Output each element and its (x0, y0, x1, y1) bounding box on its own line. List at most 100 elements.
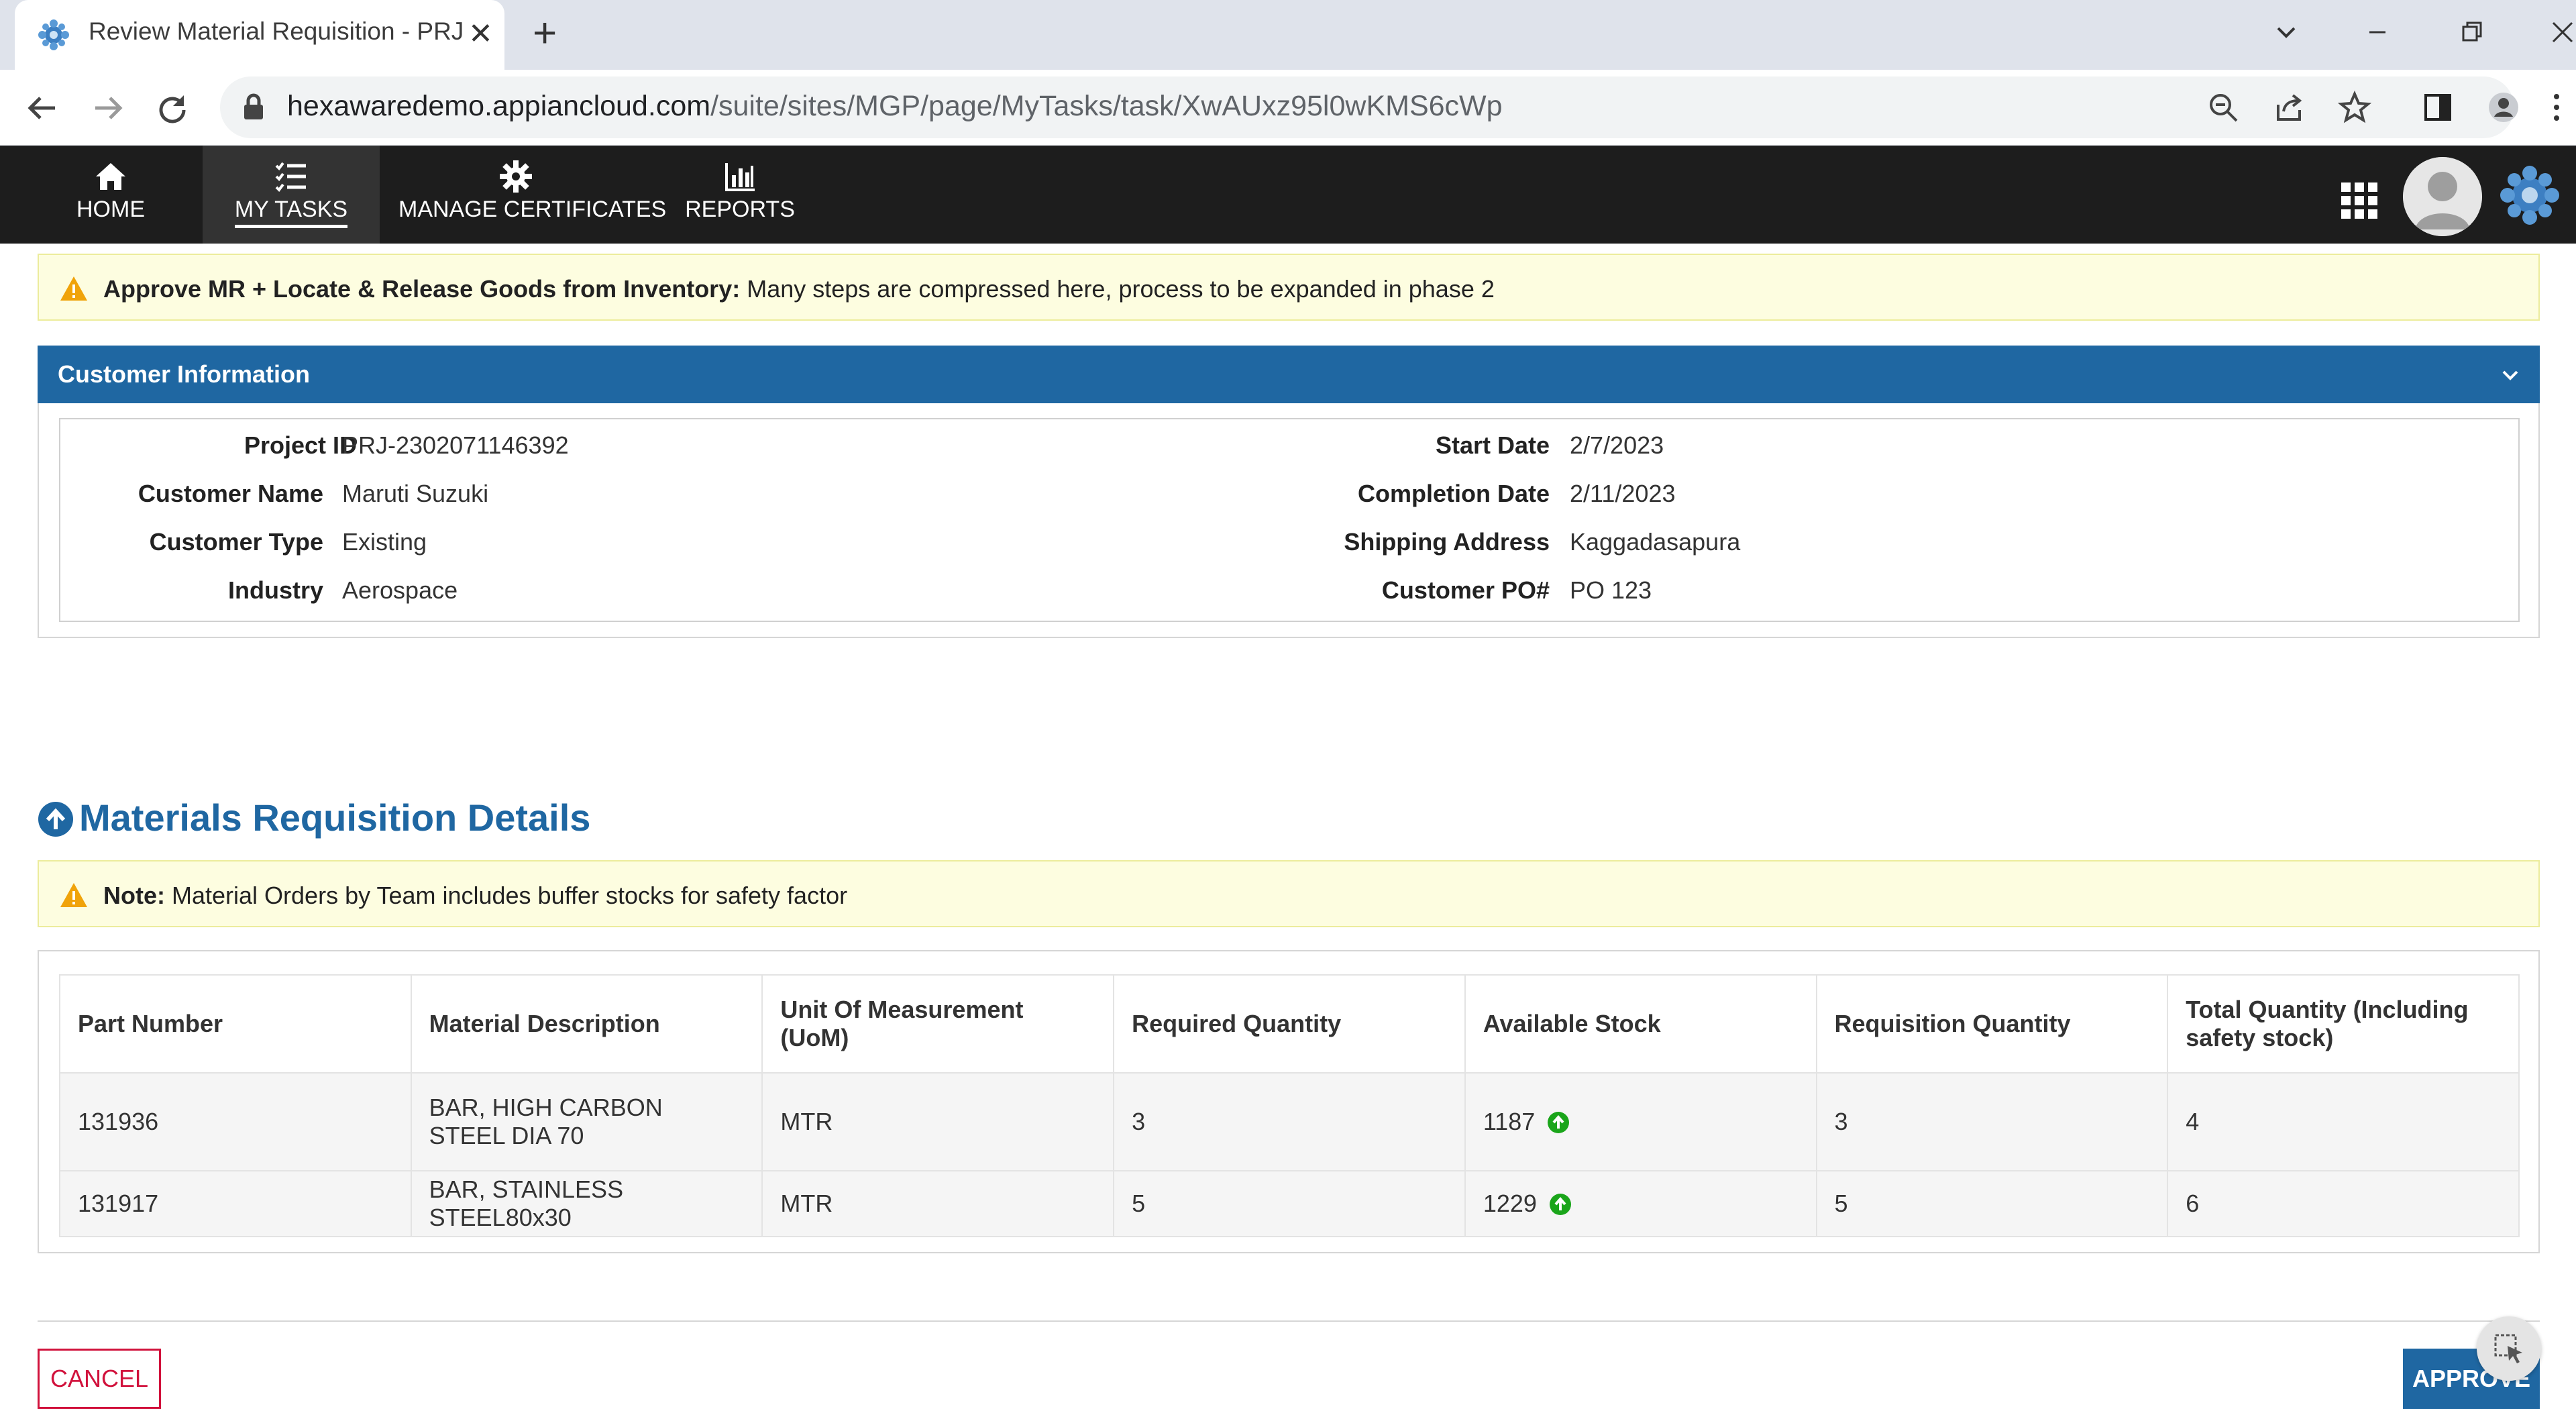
field-value: PRJ-2302071146392 (342, 431, 569, 459)
nav-my-tasks-label: MY TASKS (234, 197, 348, 228)
col-header-material-description[interactable]: Material Description (410, 974, 763, 1074)
field-label: Industry (227, 576, 323, 604)
cell-required-quantity: 5 (1113, 1170, 1466, 1237)
lock-icon[interactable] (240, 93, 267, 122)
available-stock-value: 1229 (1483, 1190, 1537, 1217)
field-value: Aerospace (342, 576, 458, 604)
banner-text: Approve MR + Locate & Release Goods from… (103, 275, 1495, 303)
field-industry: Industry (60, 576, 323, 606)
bookmark-star-icon[interactable] (2337, 90, 2372, 125)
nav-reports[interactable]: REPORTS (671, 146, 809, 244)
stock-up-arrow-icon (1548, 1112, 1570, 1133)
url-path: /suite/sites/MGP/page/MyTasks/task/XwAUx… (710, 90, 1503, 122)
new-tab-button[interactable]: + (533, 13, 557, 54)
browser-tab[interactable]: Review Material Requisition - PRJ ✕ (15, 0, 504, 70)
address-bar: hexawaredemo.appiancloud.com/suite/sites… (0, 70, 2576, 146)
note-body-text: Material Orders by Team includes buffer … (165, 882, 848, 909)
footer-divider (38, 1320, 2540, 1322)
field-value: Kaggadasapura (1570, 528, 1741, 556)
field-label: Completion Date (1357, 480, 1550, 507)
app-nav-bar: HOME MY TASKS MANAGE CERTIFICATES REPORT… (0, 146, 2576, 244)
warning-icon (60, 276, 87, 301)
nav-home[interactable]: HOME (47, 146, 174, 244)
process-warning-banner: Approve MR + Locate & Release Goods from… (38, 254, 2540, 321)
field-customer-type: Customer Type (60, 528, 323, 558)
col-header-available-stock[interactable]: Available Stock (1464, 974, 1817, 1074)
cell-part-number: 131936 (59, 1072, 412, 1171)
field-value: PO 123 (1570, 576, 1652, 604)
cancel-button[interactable]: CANCEL (38, 1349, 161, 1409)
nav-manage-certificates[interactable]: MANAGE CERTIFICATES (398, 146, 667, 244)
col-header-required-quantity[interactable]: Required Quantity (1113, 974, 1466, 1074)
table-header-row: Part Number Material Description Unit Of… (59, 974, 2520, 1074)
note-text: Note: Material Orders by Team includes b… (103, 882, 847, 910)
materials-title: Materials Requisition Details (79, 796, 591, 839)
browser-tab-strip: Review Material Requisition - PRJ ✕ + (0, 0, 2576, 70)
tab-search-chevron-icon[interactable] (2266, 12, 2306, 52)
field-label: Shipping Address (1344, 528, 1550, 556)
user-silhouette-icon (2403, 157, 2482, 236)
cell-available-stock: 1187 (1464, 1072, 1817, 1171)
close-tab-icon[interactable]: ✕ (468, 17, 493, 51)
cell-part-number: 131917 (59, 1170, 412, 1237)
gear-icon (500, 160, 532, 193)
nav-manage-certificates-label: MANAGE CERTIFICATES (398, 197, 667, 222)
chevron-down-icon[interactable] (2498, 363, 2522, 387)
home-icon (96, 163, 125, 190)
url-field[interactable]: hexawaredemo.appiancloud.com/suite/sites… (220, 76, 2514, 138)
zoom-icon[interactable] (2206, 90, 2241, 125)
cell-uom: MTR (761, 1170, 1115, 1237)
field-customer-po: Customer PO# (1201, 576, 1550, 606)
table-row: 131936 BAR, HIGH CARBON STEEL DIA 70 MTR… (59, 1072, 2520, 1171)
cell-requisition-quantity: 3 (1815, 1072, 2169, 1171)
col-header-uom[interactable]: Unit Of Measurement (UoM) (761, 974, 1115, 1074)
tasks-icon (275, 162, 306, 193)
materials-table-container: Part Number Material Description Unit Of… (38, 950, 2540, 1253)
cell-uom: MTR (761, 1072, 1115, 1171)
cell-total-quantity: 6 (2167, 1170, 2520, 1237)
restore-icon[interactable] (2451, 12, 2491, 52)
col-header-total-quantity[interactable]: Total Quantity (Including safety stock) (2167, 974, 2520, 1074)
table-row: 131917 BAR, STAINLESS STEEL80x30 MTR 5 1… (59, 1170, 2520, 1237)
field-label: Customer Name (138, 480, 323, 507)
appian-logo-icon[interactable] (2500, 165, 2560, 225)
tab-title: Review Material Requisition - PRJ (89, 17, 464, 45)
customer-info-body: Project ID PRJ-2302071146392 Customer Na… (38, 403, 2540, 638)
url-text[interactable]: hexawaredemo.appiancloud.com/suite/sites… (287, 90, 1503, 123)
materials-table: Part Number Material Description Unit Of… (59, 974, 2520, 1237)
side-panel-icon[interactable] (2420, 90, 2455, 125)
col-header-part-number[interactable]: Part Number (59, 974, 412, 1074)
field-label: Customer Type (149, 528, 323, 556)
url-host: hexawaredemo.appiancloud.com (287, 90, 711, 122)
field-label: Project ID (244, 431, 357, 459)
note-banner: Note: Material Orders by Team includes b… (38, 860, 2540, 927)
reload-icon[interactable] (154, 90, 191, 126)
user-avatar[interactable] (2403, 157, 2482, 236)
nav-reports-label: REPORTS (685, 197, 795, 222)
customer-info-title: Customer Information (58, 360, 311, 388)
app-launcher-grid-icon[interactable] (2340, 181, 2379, 220)
close-window-icon[interactable] (2542, 12, 2576, 52)
profile-icon[interactable] (2486, 90, 2521, 125)
minimize-icon[interactable] (2357, 12, 2398, 52)
field-label: Customer PO# (1381, 576, 1550, 604)
arrow-up-circle-icon[interactable] (38, 801, 74, 837)
field-value: Existing (342, 528, 427, 556)
note-bold-text: Note: (103, 882, 165, 909)
available-stock-value: 1187 (1483, 1108, 1536, 1135)
customer-info-header[interactable]: Customer Information (38, 346, 2540, 403)
appian-gear-icon (38, 19, 69, 50)
col-header-requisition-quantity[interactable]: Requisition Quantity (1815, 974, 2169, 1074)
field-value: 2/11/2023 (1570, 480, 1676, 507)
forward-icon[interactable] (90, 90, 126, 126)
cell-material-description: BAR, STAINLESS STEEL80x30 (410, 1170, 763, 1237)
share-icon[interactable] (2271, 90, 2306, 125)
floating-assist-button[interactable] (2477, 1316, 2541, 1381)
cell-requisition-quantity: 5 (1815, 1170, 2169, 1237)
nav-my-tasks[interactable]: MY TASKS (203, 146, 380, 244)
back-icon[interactable] (24, 90, 60, 126)
browser-menu-icon[interactable] (2546, 90, 2567, 125)
field-completion-date: Completion Date (1201, 480, 1550, 509)
stock-up-arrow-icon (1549, 1194, 1571, 1215)
field-value: Maruti Suzuki (342, 480, 489, 507)
